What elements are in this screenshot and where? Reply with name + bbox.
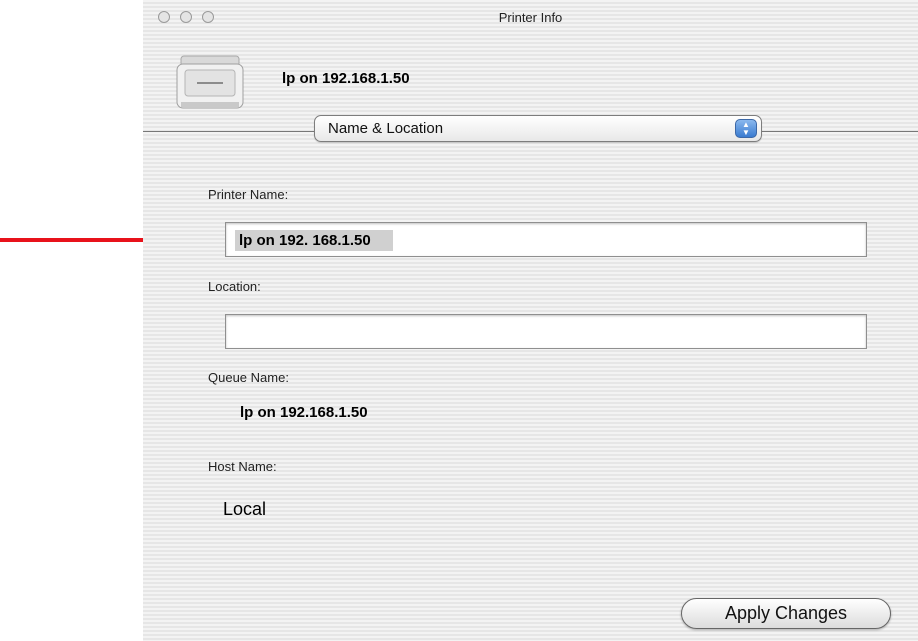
window-title: Printer Info [498, 10, 563, 25]
printer-icon [176, 55, 244, 109]
location-field[interactable] [225, 314, 867, 349]
printer-name-value: lp on 192. 168.1.50 [235, 230, 393, 251]
divider-left [143, 131, 314, 132]
title-bar[interactable]: Printer Info [143, 0, 918, 40]
popup-selected-label: Name & Location [328, 120, 444, 137]
host-name-value: Local [223, 499, 267, 519]
printer-name-field[interactable]: lp on 192. 168.1.50 [225, 222, 867, 257]
printer-info-window: Printer Info lp on 192.168.1.50 Name & L… [143, 0, 918, 641]
apply-changes-button[interactable]: Apply Changes [681, 598, 891, 629]
queue-name-label: Queue Name: [208, 370, 289, 385]
location-label: Location: [208, 279, 261, 294]
popup-arrows-icon: ▲ ▼ [735, 119, 757, 138]
info-panel-popup[interactable]: Name & Location ▲ ▼ [314, 115, 762, 142]
divider-right [762, 131, 918, 132]
printer-name-label: Printer Name: [208, 187, 289, 202]
queue-name-value: lp on 192.168.1.50 [240, 404, 368, 421]
printer-name-heading: lp on 192.168.1.50 [282, 70, 410, 87]
host-name-label: Host Name: [208, 459, 277, 474]
